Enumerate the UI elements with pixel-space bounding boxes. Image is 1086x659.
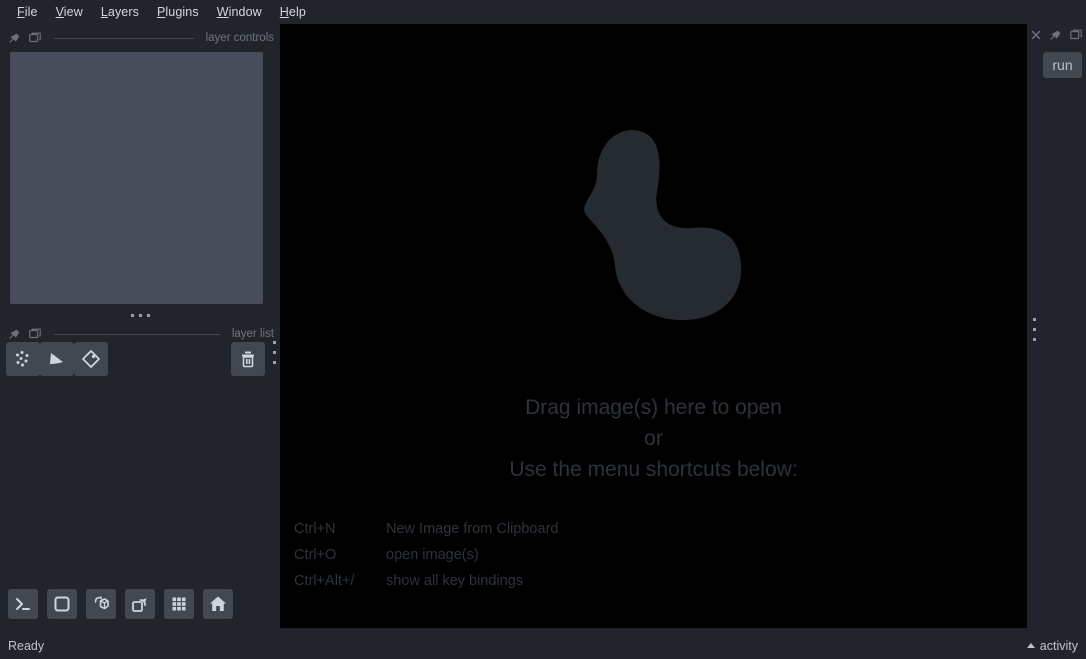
- right-dock-resize-handle[interactable]: [1028, 305, 1040, 353]
- delete-layer-button[interactable]: [231, 342, 265, 376]
- points-icon: [16, 351, 29, 367]
- menu-item-help[interactable]: Help: [271, 2, 315, 22]
- rotate-button[interactable]: [86, 589, 116, 619]
- left-dock-panel: layer controls layer list: [0, 24, 280, 632]
- roll-dims-button[interactable]: [125, 589, 155, 619]
- status-bar: Ready activity: [0, 632, 1086, 659]
- welcome-line-1: Drag image(s) here to open: [525, 396, 782, 419]
- status-message: Ready: [8, 638, 45, 653]
- shortcut-key: Ctrl+N: [294, 521, 336, 537]
- float-window-icon[interactable]: [1069, 28, 1083, 42]
- viewer-buttons-toolbar: [8, 588, 233, 620]
- left-dock-resize-handle[interactable]: [268, 327, 280, 377]
- title-divider: [54, 333, 220, 335]
- pin-icon[interactable]: [1049, 28, 1063, 42]
- right-dock-panel: run: [1031, 24, 1086, 632]
- title-divider: [54, 37, 194, 39]
- layer-list-title-bar: layer list: [0, 324, 280, 344]
- shortcut-key: Ctrl+Alt+/: [294, 573, 355, 589]
- welcome-line-2: or: [644, 427, 663, 450]
- layer-list-toolbar: [0, 342, 280, 382]
- shapes-icon: [50, 353, 63, 364]
- run-button[interactable]: run: [1043, 52, 1082, 78]
- shortcut-row: Ctrl+Alt+/ show all key bindings: [294, 568, 994, 594]
- menu-item-plugins[interactable]: Plugins: [148, 2, 208, 22]
- shortcut-key: Ctrl+O: [294, 547, 337, 563]
- shortcut-row: Ctrl+N New Image from Clipboard: [294, 516, 994, 542]
- right-dock-title-bar: [1031, 24, 1086, 46]
- welcome-message: Drag image(s) here to open or Use the me…: [280, 392, 1027, 485]
- home-icon: [210, 596, 226, 611]
- close-icon[interactable]: [1029, 28, 1043, 42]
- layer-controls-title-bar: layer controls: [0, 28, 280, 48]
- new-shapes-layer-button[interactable]: [40, 342, 74, 376]
- menu-item-layers[interactable]: Layers: [92, 2, 148, 22]
- home-button[interactable]: [203, 589, 233, 619]
- grid-icon: [172, 597, 186, 611]
- menu-item-file[interactable]: File: [8, 2, 47, 22]
- chevron-up-icon: [1026, 643, 1035, 648]
- logo-blob-icon: [583, 129, 741, 321]
- dock-splitter-handle-horizontal[interactable]: [0, 310, 280, 320]
- grid-view-button[interactable]: [164, 589, 194, 619]
- labels-icon: [82, 350, 100, 368]
- pin-icon[interactable]: [8, 327, 22, 341]
- activity-button[interactable]: activity: [1026, 638, 1078, 653]
- roll-dims-icon: [132, 598, 147, 612]
- ndisplay-button[interactable]: [47, 589, 77, 619]
- console-button[interactable]: [8, 589, 38, 619]
- menu-item-window[interactable]: Window: [208, 2, 271, 22]
- float-window-icon[interactable]: [28, 327, 42, 341]
- square-icon: [54, 596, 70, 612]
- new-labels-layer-button[interactable]: [74, 342, 108, 376]
- new-points-layer-button[interactable]: [6, 342, 40, 376]
- shortcuts-list: Ctrl+N New Image from Clipboard Ctrl+O o…: [294, 516, 994, 594]
- float-window-icon[interactable]: [28, 31, 42, 45]
- welcome-line-3: Use the menu shortcuts below:: [509, 458, 798, 481]
- layer-controls-area: [10, 52, 263, 304]
- trash-icon: [242, 351, 254, 368]
- shortcut-description: open image(s): [386, 547, 479, 563]
- viewer-canvas[interactable]: Drag image(s) here to open or Use the me…: [280, 24, 1027, 628]
- shortcut-description: show all key bindings: [386, 573, 524, 589]
- napari-logo: [280, 84, 1027, 354]
- cube-rotate-icon: [94, 596, 109, 610]
- activity-label: activity: [1039, 638, 1078, 653]
- shortcut-row: Ctrl+O open image(s): [294, 542, 994, 568]
- pin-icon[interactable]: [8, 31, 22, 45]
- menu-item-view[interactable]: View: [47, 2, 92, 22]
- console-icon: [16, 598, 30, 610]
- layer-controls-title: layer controls: [205, 32, 274, 44]
- menu-bar: File View Layers Plugins Window Help: [0, 0, 1086, 24]
- shortcut-description: New Image from Clipboard: [386, 521, 559, 537]
